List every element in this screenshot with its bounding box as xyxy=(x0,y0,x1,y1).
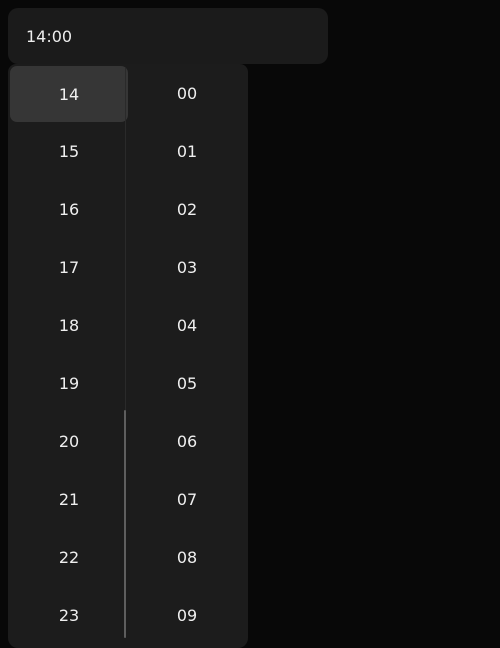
time-input-value: 14:00 xyxy=(26,26,73,46)
minute-option[interactable]: 04 xyxy=(128,296,246,354)
minute-option-selected[interactable]: 00 xyxy=(128,64,246,122)
hour-option[interactable]: 23 xyxy=(10,586,128,644)
minute-option[interactable]: 02 xyxy=(128,180,246,238)
minute-option[interactable]: 08 xyxy=(128,528,246,586)
time-input[interactable]: 14:00 xyxy=(8,8,328,64)
minute-option[interactable]: 01 xyxy=(128,122,246,180)
minute-column[interactable]: 00 01 02 03 04 05 06 07 08 09 xyxy=(128,64,246,644)
hour-option[interactable]: 21 xyxy=(10,470,128,528)
hour-option[interactable]: 16 xyxy=(10,180,128,238)
time-picker-dropdown: 14 15 16 17 18 19 20 21 22 23 00 01 02 0… xyxy=(8,64,248,648)
minute-option[interactable]: 06 xyxy=(128,412,246,470)
minute-option[interactable]: 09 xyxy=(128,586,246,644)
hour-option[interactable]: 18 xyxy=(10,296,128,354)
hour-option[interactable]: 20 xyxy=(10,412,128,470)
minute-option[interactable]: 05 xyxy=(128,354,246,412)
hour-option[interactable]: 15 xyxy=(10,122,128,180)
hour-option[interactable]: 22 xyxy=(10,528,128,586)
hour-scrollbar-thumb[interactable] xyxy=(124,410,126,638)
minute-option[interactable]: 07 xyxy=(128,470,246,528)
hour-option-selected[interactable]: 14 xyxy=(10,66,128,122)
hour-column[interactable]: 14 15 16 17 18 19 20 21 22 23 xyxy=(10,64,128,644)
minute-option[interactable]: 03 xyxy=(128,238,246,296)
hour-option[interactable]: 17 xyxy=(10,238,128,296)
hour-option[interactable]: 19 xyxy=(10,354,128,412)
